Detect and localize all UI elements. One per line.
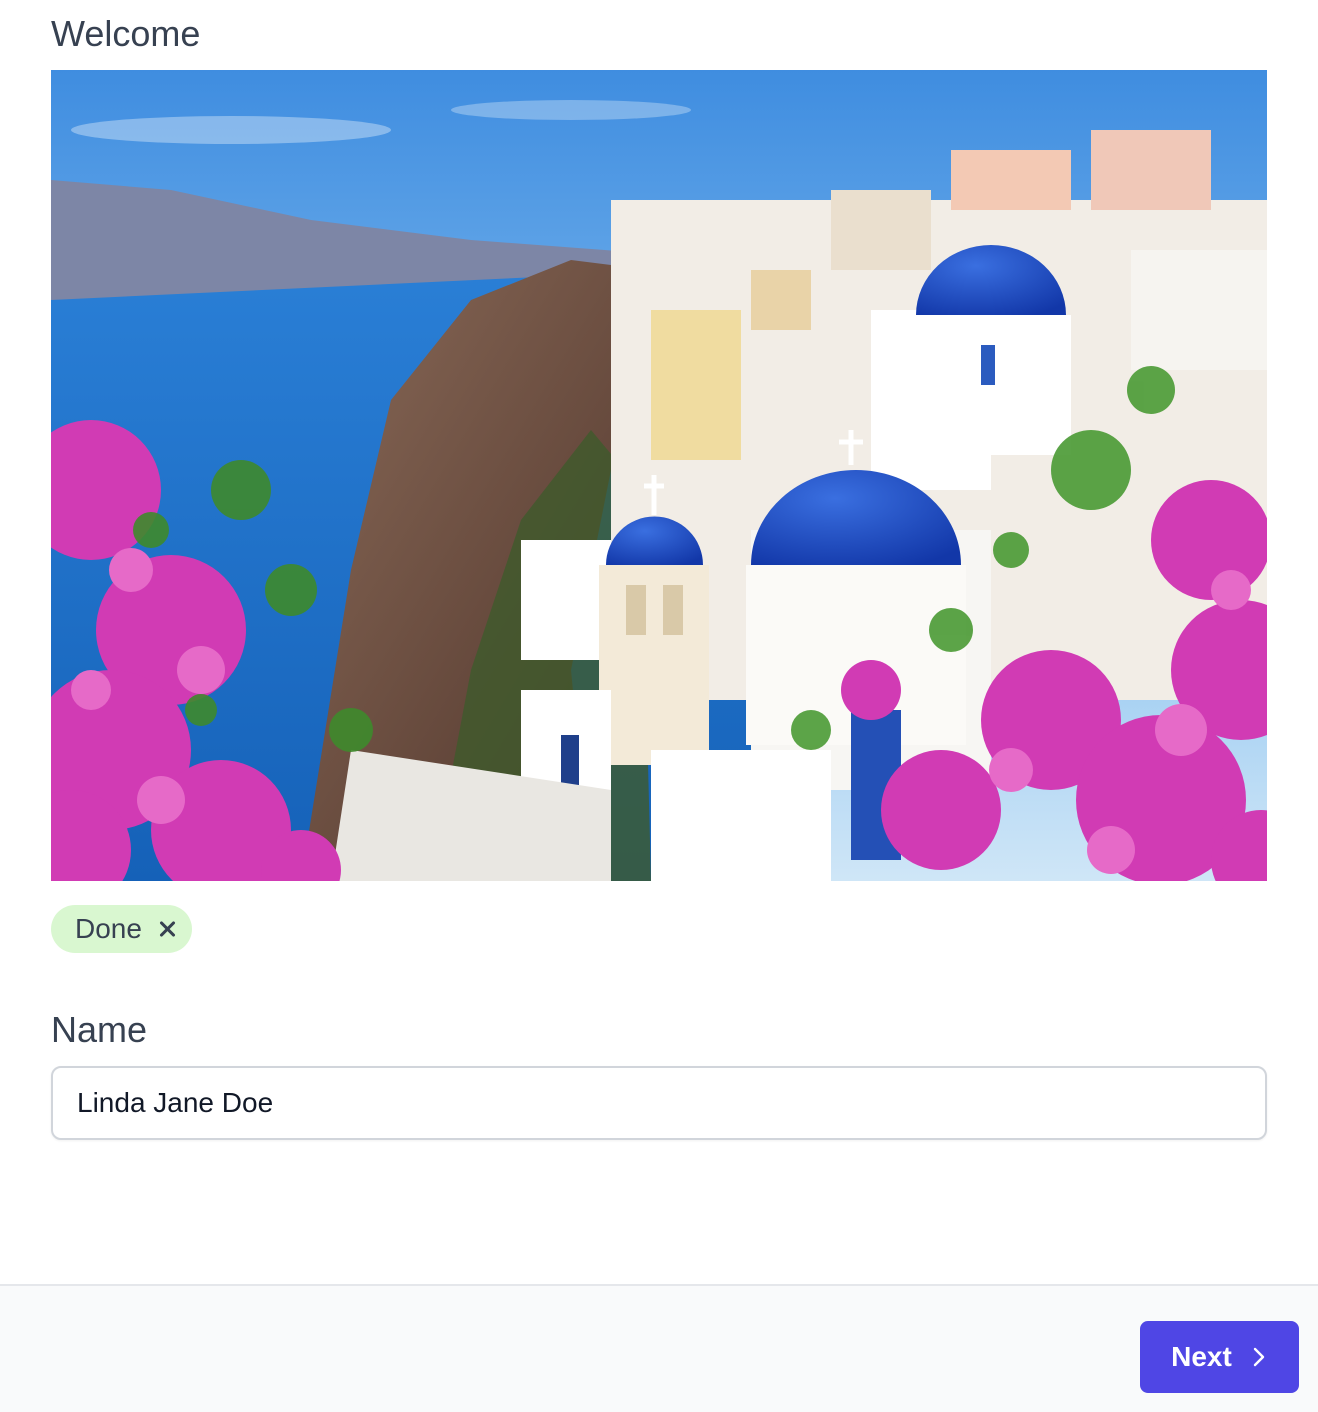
hero-image xyxy=(51,70,1267,881)
next-button[interactable]: Next xyxy=(1140,1321,1299,1393)
next-button-label: Next xyxy=(1171,1341,1232,1372)
name-label: Name xyxy=(51,1009,148,1050)
name-input[interactable] xyxy=(51,1066,1267,1140)
status-badge-label: Done xyxy=(75,913,142,944)
page: Welcome Done Name Linda Jane Doe Next xyxy=(0,0,1318,1412)
status-badge: Done xyxy=(51,905,192,953)
chevron-right-icon xyxy=(1253,1347,1265,1367)
footer-bar: Next xyxy=(0,1284,1318,1412)
page-title: Welcome xyxy=(51,13,201,54)
x-icon[interactable] xyxy=(156,918,178,940)
